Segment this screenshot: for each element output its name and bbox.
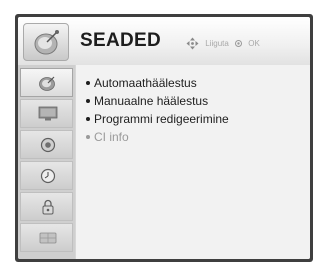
navigation-arrows-icon [186,37,199,50]
speaker-icon [40,137,56,153]
page-title: SEADED [80,30,161,51]
sidebar-item-time[interactable] [20,161,73,190]
category-sidebar [18,65,75,259]
menu-content: Automaathäälestus Manuaalne häälestus Pr… [76,65,310,259]
lock-icon [42,199,54,215]
menu-item-label: CI info [94,130,129,144]
setup-menu-list: Automaathäälestus Manuaalne häälestus Pr… [86,74,229,146]
monitor-icon [38,106,58,121]
settings-window-frame: SEADED Liiguta OK Automaathäälestus Manu… [15,14,313,262]
globe-icon [39,232,57,244]
sidebar-item-picture[interactable] [20,99,73,128]
menu-item-manual-tuning[interactable]: Manuaalne häälestus [86,92,229,110]
sidebar-item-setup[interactable] [20,68,73,97]
menu-item-auto-tuning[interactable]: Automaathäälestus [86,74,229,92]
sidebar-item-option[interactable] [20,223,73,252]
sidebar-item-lock[interactable] [20,192,73,221]
menu-item-label: Manuaalne häälestus [94,94,209,108]
hint-ok-label: OK [248,39,260,48]
navigation-hints: Liiguta OK [186,37,264,50]
sidebar-item-audio[interactable] [20,130,73,159]
bullet-icon [86,134,90,139]
menu-item-programme-edit[interactable]: Programmi redigeerimine [86,110,229,128]
bullet-icon [86,80,90,85]
clock-icon [40,168,56,184]
menu-item-label: Programmi redigeerimine [94,112,229,126]
menu-item-ci-info: CI info [86,128,229,146]
bullet-icon [86,116,90,121]
settings-header: SEADED Liiguta OK [18,17,310,65]
bullet-icon [86,98,90,103]
satellite-dish-icon [23,23,69,61]
ok-button-icon [235,39,243,48]
settings-panel: SEADED Liiguta OK Automaathäälestus Manu… [18,17,310,259]
menu-item-label: Automaathäälestus [94,76,197,90]
hint-move-label: Liiguta [205,39,229,48]
satellite-dish-icon [39,76,55,91]
